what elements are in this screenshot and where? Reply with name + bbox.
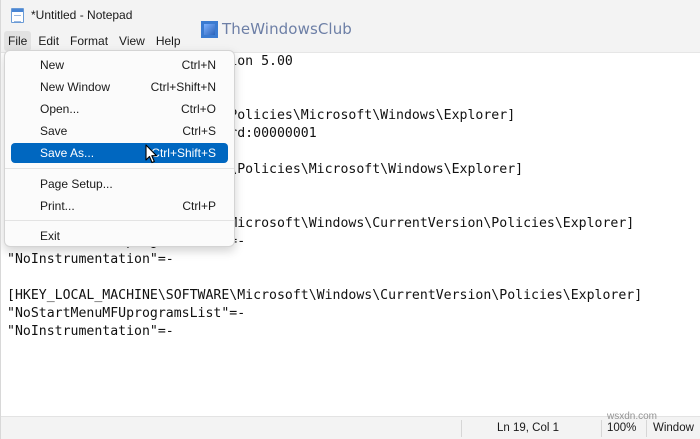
file-menu-save[interactable]: Save Ctrl+S [11, 121, 228, 141]
line-ending: Window [653, 422, 694, 434]
menu-item-label: Save As... [40, 146, 95, 160]
menu-item-label: New [40, 58, 65, 72]
file-menu-save-as[interactable]: Save As... Ctrl+Shift+S [11, 143, 228, 163]
status-divider [461, 420, 462, 437]
watermark-logo-icon [201, 20, 218, 38]
menu-item-shortcut: Ctrl+Shift+S [151, 146, 216, 160]
file-menu-open[interactable]: Open... Ctrl+O [11, 99, 228, 119]
editor-line-14: [HKEY_LOCAL_MACHINE\SOFTWARE\Microsoft\W… [7, 288, 643, 303]
watermark-text: TheWindowsClub [222, 20, 352, 38]
file-menu-page-setup[interactable]: Page Setup... [11, 174, 228, 194]
editor-line-15: "NoStartMenuMFUprogramsList"=- [7, 306, 246, 321]
notepad-window: *Untitled - Notepad TheWindowsClub File … [0, 0, 700, 439]
menu-item-shortcut: Ctrl+Shift+N [150, 80, 216, 94]
file-menu-dropdown: New Ctrl+N New Window Ctrl+Shift+N Open.… [4, 50, 235, 247]
menu-item-label: Exit [40, 229, 61, 243]
menu-item-label: Save [40, 124, 68, 138]
editor-line-16: "NoInstrumentation"=- [7, 324, 174, 339]
menu-item-label: New Window [40, 80, 111, 94]
zoom-level: 100% [607, 422, 637, 434]
file-menu-print[interactable]: Print... Ctrl+P [11, 196, 228, 216]
file-menu-new-window[interactable]: New Window Ctrl+Shift+N [11, 77, 228, 97]
mouse-pointer-icon [145, 144, 158, 164]
site-watermark: TheWindowsClub [201, 18, 352, 40]
menu-item-label: Page Setup... [40, 177, 113, 191]
menu-format[interactable]: Format [66, 31, 112, 51]
menu-edit[interactable]: Edit [34, 31, 63, 51]
menu-item-shortcut: Ctrl+N [181, 58, 216, 72]
status-divider [646, 420, 647, 437]
notepad-app-icon [11, 8, 24, 23]
menu-help[interactable]: Help [152, 31, 185, 51]
menu-divider [5, 168, 234, 169]
status-bar: Ln 19, Col 1 100% Window wsxdn.com [1, 411, 700, 439]
window-title: *Untitled - Notepad [31, 8, 133, 22]
menu-item-shortcut: Ctrl+P [182, 199, 216, 213]
menu-item-label: Print... [40, 199, 75, 213]
file-menu-exit[interactable]: Exit [11, 226, 228, 246]
menu-divider [5, 220, 234, 221]
menu-item-shortcut: Ctrl+O [180, 102, 216, 116]
menu-item-label: Open... [40, 102, 80, 116]
cursor-position: Ln 19, Col 1 [497, 422, 560, 434]
corner-watermark: wsxdn.com [607, 411, 658, 422]
menu-item-shortcut: Ctrl+S [182, 124, 216, 138]
status-divider [601, 420, 602, 437]
menu-file[interactable]: File [4, 31, 32, 51]
menu-view[interactable]: View [115, 31, 149, 51]
editor-line-12: "NoInstrumentation"=- [7, 252, 174, 267]
file-menu-new[interactable]: New Ctrl+N [11, 55, 228, 75]
